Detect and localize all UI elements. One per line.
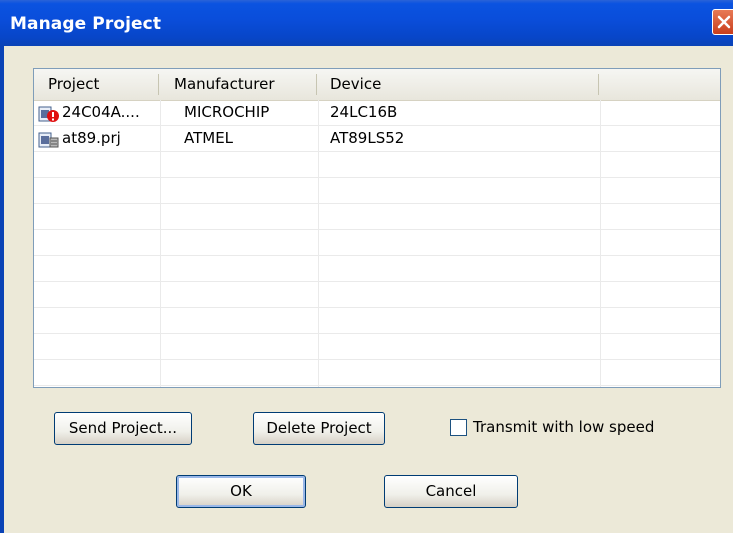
project-warning-icon [38, 106, 59, 122]
project-chip-icon [38, 132, 59, 148]
cell-project: at89.prj [62, 129, 121, 147]
table-row[interactable]: 24C04A.... MICROCHIP 24LC16B [34, 100, 720, 126]
close-icon [717, 15, 731, 29]
empty-row [34, 152, 720, 178]
low-speed-label[interactable]: Transmit with low speed [473, 418, 654, 436]
low-speed-checkbox[interactable] [450, 419, 467, 436]
column-separator[interactable] [316, 74, 317, 95]
manage-project-dialog: Manage Project Project Manufacturer Devi… [0, 0, 733, 533]
empty-row [34, 334, 720, 360]
column-separator[interactable] [158, 74, 159, 95]
column-header-manufacturer[interactable]: Manufacturer [174, 69, 275, 100]
column-separator[interactable] [598, 74, 599, 95]
empty-row [34, 256, 720, 282]
empty-row [34, 178, 720, 204]
cell-device: 24LC16B [330, 103, 398, 121]
delete-project-button[interactable]: Delete Project [253, 412, 385, 445]
window-title: Manage Project [10, 14, 162, 34]
ok-button[interactable]: OK [176, 475, 306, 508]
window-frame [0, 46, 4, 533]
cell-manufacturer: MICROCHIP [184, 103, 270, 121]
close-button[interactable] [712, 9, 733, 35]
empty-row [34, 282, 720, 308]
column-header-project[interactable]: Project [48, 69, 99, 100]
empty-row [34, 360, 720, 386]
cell-manufacturer: ATMEL [184, 129, 234, 147]
title-bar[interactable]: Manage Project [0, 0, 733, 46]
empty-row [34, 308, 720, 334]
cell-project: 24C04A.... [62, 103, 140, 121]
send-project-button[interactable]: Send Project... [54, 412, 192, 445]
column-header-device[interactable]: Device [330, 69, 381, 100]
cell-device: AT89LS52 [330, 129, 405, 147]
list-header: Project Manufacturer Device [34, 69, 720, 101]
empty-row [34, 204, 720, 230]
project-list[interactable]: Project Manufacturer Device 24C04A.... M… [33, 68, 721, 388]
empty-row [34, 230, 720, 256]
cancel-button[interactable]: Cancel [384, 475, 518, 508]
table-row[interactable]: at89.prj ATMEL AT89LS52 [34, 126, 720, 152]
